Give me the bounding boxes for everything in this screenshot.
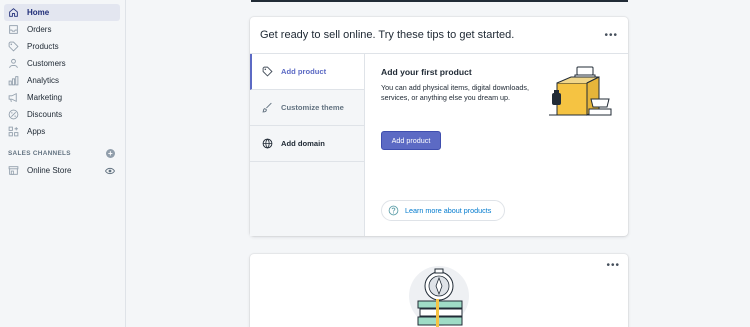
sidebar-item-label: Products — [27, 42, 59, 51]
sidebar-item-label: Marketing — [27, 93, 63, 102]
sidebar-item-analytics[interactable]: Analytics — [4, 72, 120, 89]
add-product-button[interactable]: Add product — [381, 131, 441, 150]
tab-customize-theme[interactable]: Customize theme — [250, 90, 364, 126]
onboarding-card: Get ready to sell online. Try these tips… — [250, 17, 628, 236]
tips-tabs: Add product Customize theme Add domain — [250, 54, 365, 236]
sidebar-item-orders[interactable]: Orders — [4, 21, 120, 38]
product-illustration — [549, 66, 612, 116]
tab-panel: Add your first product You can add physi… — [381, 67, 541, 104]
orders-icon — [8, 24, 19, 35]
top-divider — [251, 0, 628, 2]
sales-channels-label: SALES CHANNELS — [8, 150, 71, 157]
sidebar-item-online-store[interactable]: Online Store — [4, 162, 116, 179]
sidebar-item-customers[interactable]: Customers — [4, 55, 120, 72]
home-icon — [8, 7, 19, 18]
learn-more-label: Learn more about products — [405, 206, 492, 215]
sidebar-item-label: Discounts — [27, 110, 63, 119]
sidebar-item-label: Customers — [27, 59, 66, 68]
sidebar: Home Orders Products Customers Analytics… — [0, 0, 126, 327]
megaphone-icon — [8, 92, 19, 103]
sidebar-item-label: Analytics — [27, 76, 60, 85]
tab-label: Add domain — [281, 139, 325, 148]
person-icon — [8, 58, 19, 69]
sidebar-item-marketing[interactable]: Marketing — [4, 89, 120, 106]
panel-title: Add your first product — [381, 67, 472, 77]
online-store-label: Online Store — [27, 166, 72, 175]
sidebar-item-products[interactable]: Products — [4, 38, 120, 55]
sidebar-item-label: Home — [27, 8, 50, 17]
card-header: Get ready to sell online. Try these tips… — [250, 17, 628, 54]
more-actions-icon[interactable]: ••• — [606, 260, 620, 271]
sales-channels-header: SALES CHANNELS + — [8, 149, 115, 158]
tag-icon — [8, 41, 19, 52]
globe-icon — [262, 138, 273, 149]
view-store-eye-icon[interactable] — [104, 166, 116, 176]
tab-add-product[interactable]: Add product — [250, 54, 364, 90]
discount-icon — [8, 109, 19, 120]
apps-icon — [8, 126, 19, 137]
tab-add-domain[interactable]: Add domain — [250, 126, 364, 162]
brush-icon — [262, 102, 273, 113]
sidebar-item-label: Apps — [27, 127, 46, 136]
store-icon — [8, 165, 19, 176]
sidebar-item-label: Orders — [27, 25, 52, 34]
bar-chart-icon — [8, 75, 19, 86]
sidebar-item-discounts[interactable]: Discounts — [4, 106, 120, 123]
more-actions-icon[interactable]: ••• — [604, 30, 618, 41]
card-title: Get ready to sell online. Try these tips… — [260, 29, 515, 41]
question-circle-icon — [388, 205, 399, 216]
tag-icon — [262, 66, 273, 77]
panel-description: You can add physical items, digital down… — [381, 83, 529, 103]
secondary-card: ••• — [250, 254, 628, 327]
books-compass-illustration — [409, 266, 469, 327]
learn-more-link[interactable]: Learn more about products — [381, 200, 505, 221]
add-channel-icon[interactable]: + — [106, 149, 115, 158]
tab-label: Customize theme — [281, 103, 344, 112]
tab-label: Add product — [281, 67, 327, 76]
sidebar-item-apps[interactable]: Apps — [4, 123, 120, 140]
sidebar-item-home[interactable]: Home — [4, 4, 120, 21]
